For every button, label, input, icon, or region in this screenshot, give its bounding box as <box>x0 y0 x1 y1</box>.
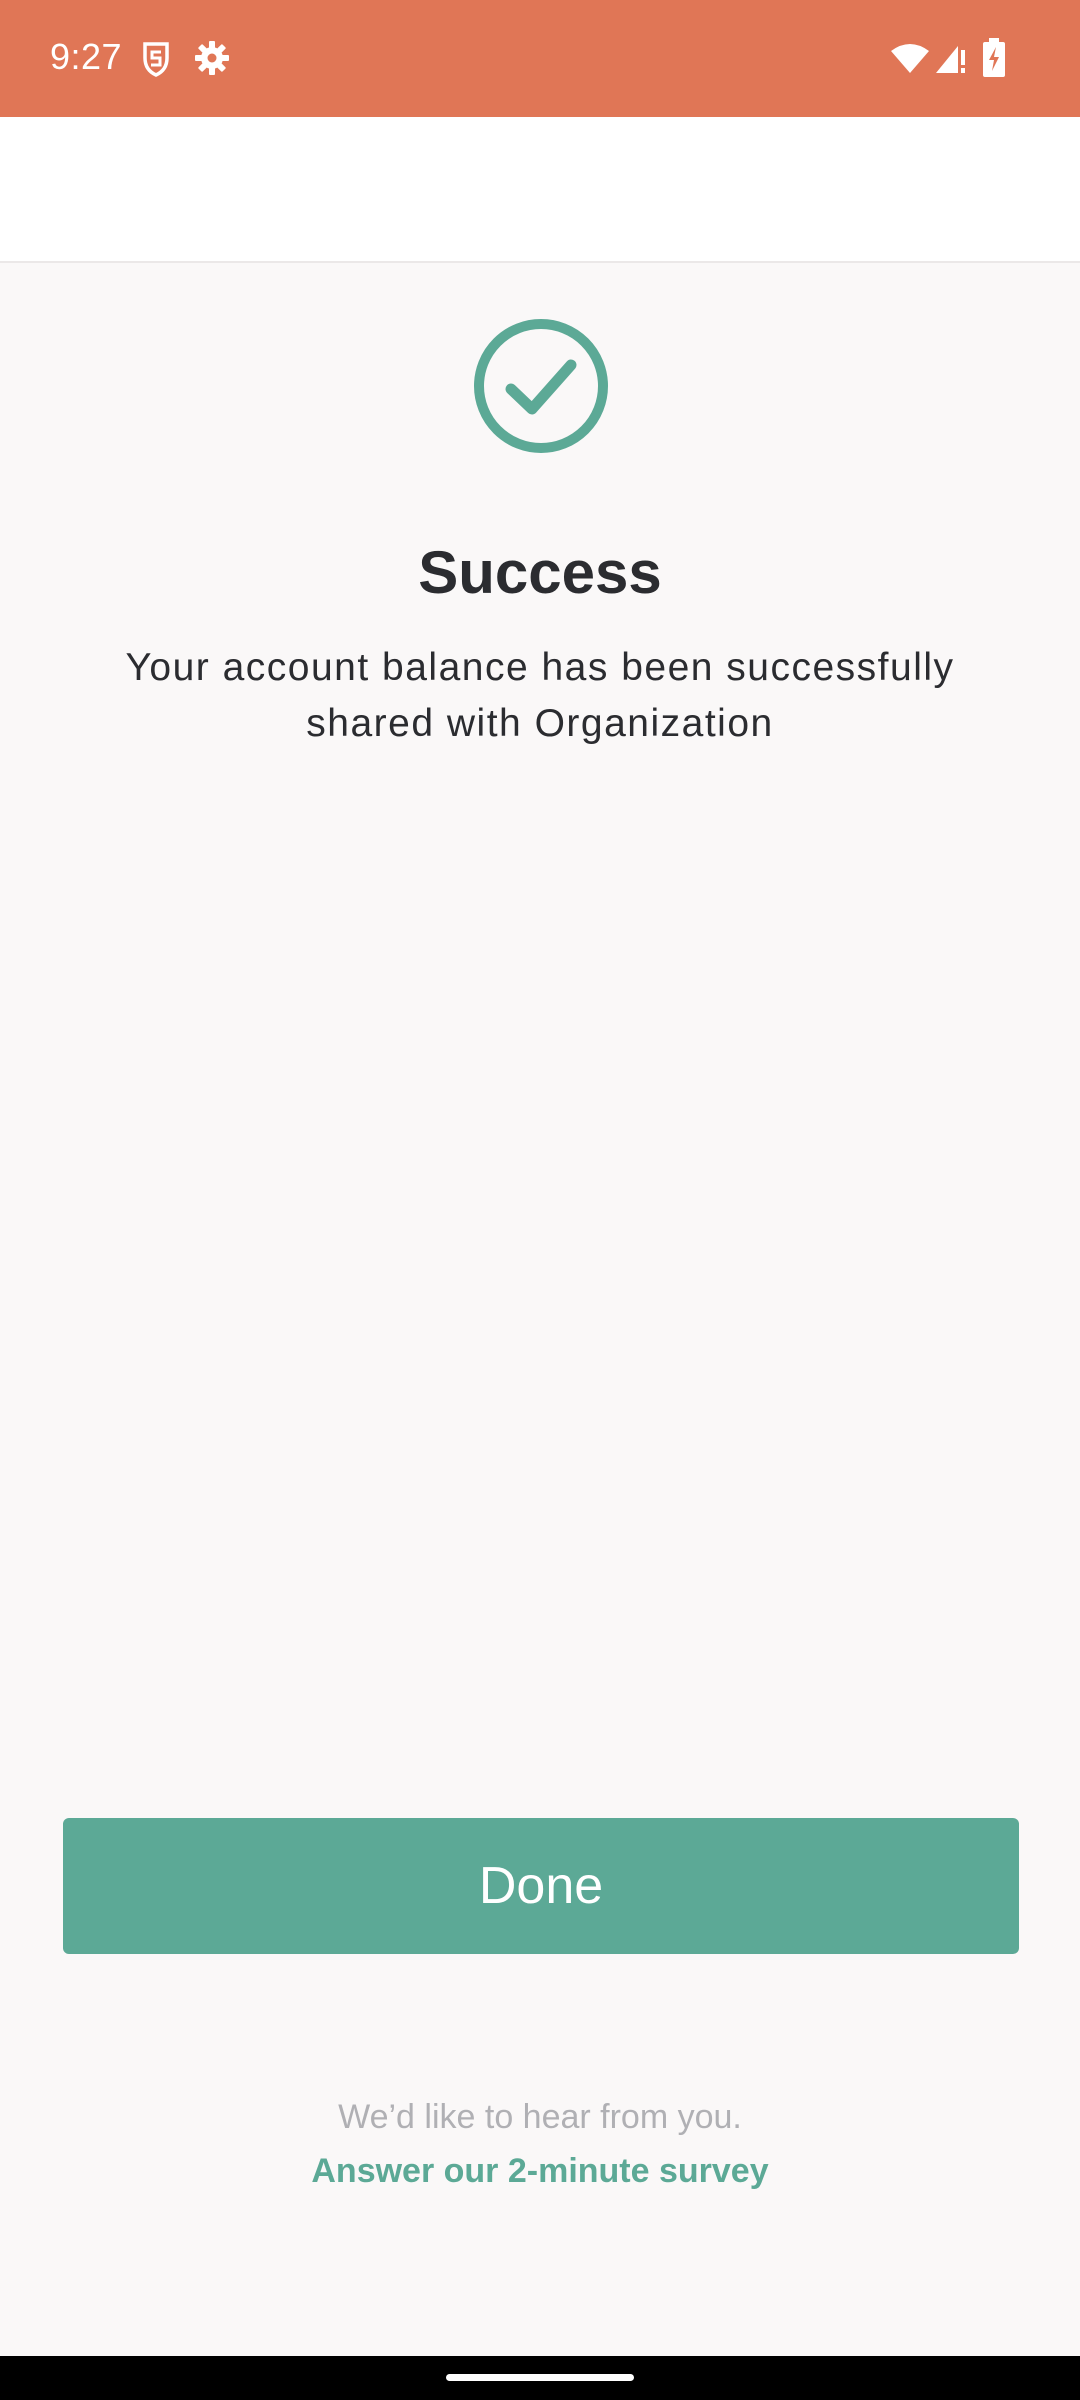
status-time: 9:27 <box>50 36 123 77</box>
done-button[interactable]: Done <box>63 1818 1019 1954</box>
success-message: Your account balance has been successful… <box>125 646 955 745</box>
cell-signal-icon <box>936 46 965 73</box>
gear-icon <box>195 41 229 75</box>
page-title: Success <box>418 539 662 606</box>
battery-charging-icon <box>983 38 1005 77</box>
check-circle-icon <box>474 319 608 453</box>
survey-link[interactable]: Answer our 2-minute survey <box>0 2152 1080 2191</box>
wifi-icon <box>891 44 929 73</box>
navigation-bar <box>0 2356 1080 2400</box>
shield-s-icon <box>143 42 169 77</box>
app-header <box>0 117 1080 263</box>
status-bar: 9:27 <box>0 0 1080 117</box>
survey-prompt: We’d like to hear from you. <box>338 2098 742 2136</box>
home-indicator[interactable] <box>446 2374 634 2381</box>
